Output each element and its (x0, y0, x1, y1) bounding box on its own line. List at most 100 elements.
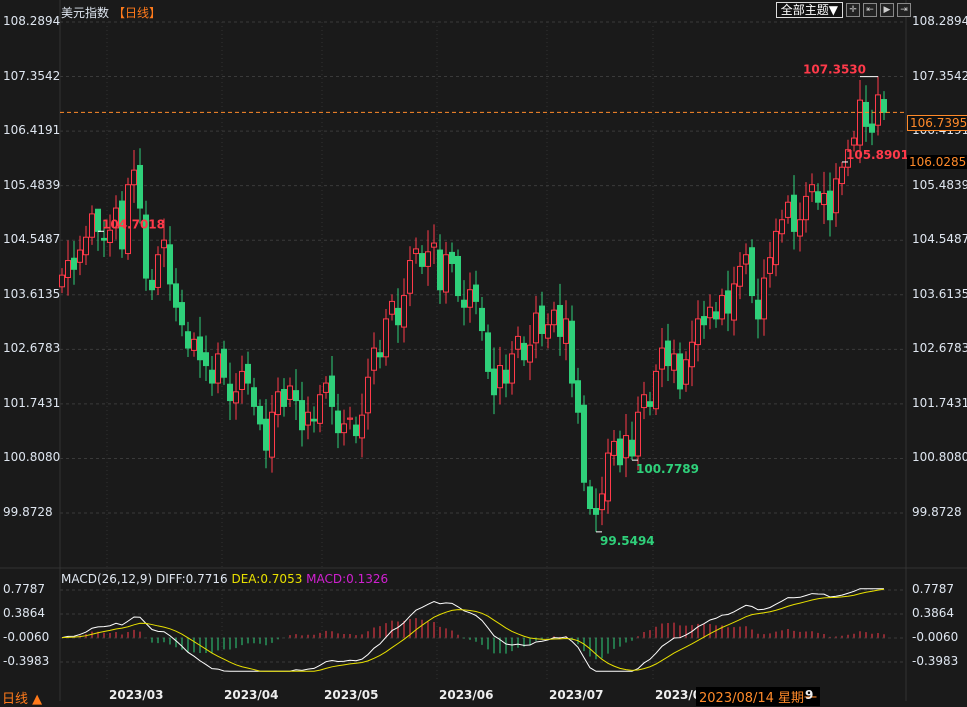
candle-body (815, 191, 821, 203)
candle (593, 488, 599, 532)
macd-tick-right: -0.3983 (912, 654, 959, 668)
candle-body (503, 369, 509, 384)
candle (197, 316, 203, 378)
play-icon[interactable]: ▶ (880, 3, 894, 17)
candle-body (809, 184, 815, 193)
date-tick: 2023/04 (224, 688, 279, 702)
candle-body (695, 318, 701, 346)
candle (791, 175, 797, 250)
chart-title: 美元指数 【日线】 (61, 4, 161, 21)
candle-body (869, 123, 875, 133)
candle-body (581, 404, 587, 483)
candle (269, 395, 275, 473)
theme-dropdown[interactable]: 全部主题▼ (775, 2, 843, 18)
candle-body (269, 411, 275, 458)
candle-body (533, 312, 539, 344)
candle (617, 430, 623, 473)
candle (581, 395, 587, 492)
chart-canvas[interactable]: 105.8901 100.7789 104.7018 99.5494 107.3530 (0, 0, 967, 701)
candle-body (851, 137, 857, 146)
candle-body (539, 305, 545, 334)
candle-body (65, 260, 71, 278)
candle (365, 358, 371, 430)
candle-body (353, 424, 359, 437)
price-tick-left: 100.8080 (3, 450, 61, 465)
candle (299, 381, 305, 447)
price-tick-left: 104.5487 (3, 232, 61, 247)
candle-body (593, 507, 599, 515)
price-tick-left: 105.4839 (3, 177, 61, 192)
period-toggle[interactable]: 日线 ▲ (2, 688, 42, 707)
candle-body (611, 440, 617, 456)
price-tick-right: 103.6135 (912, 286, 967, 301)
move-right-icon[interactable]: ⇥ (897, 3, 911, 17)
macd-name: MACD(26,12,9) (61, 572, 153, 586)
candle-body (647, 401, 653, 407)
candle-body (263, 418, 269, 451)
candle-body (509, 353, 515, 384)
candle-body (89, 213, 95, 238)
date-tick: 2023/03 (109, 688, 164, 702)
candle-body (419, 253, 425, 267)
candle (749, 239, 755, 304)
crosshair-icon[interactable]: ✛ (846, 3, 860, 17)
candle (293, 369, 299, 420)
candle-body (341, 423, 347, 434)
candle (203, 335, 209, 382)
candle (689, 320, 695, 387)
candle (659, 327, 665, 388)
candle (719, 288, 725, 326)
price-tick-left: 107.3542 (3, 68, 61, 83)
candle-body (401, 295, 407, 328)
candle-body (359, 414, 365, 439)
candle-body (413, 248, 419, 255)
candle (785, 195, 791, 224)
candle (437, 234, 443, 304)
candle-body (317, 394, 323, 424)
candle-body (785, 201, 791, 218)
candle-body (95, 208, 101, 232)
extreme-label: 99.5494 (600, 534, 655, 548)
macd-legend: MACD(26,12,9) DIFF:0.7716 DEA:0.7053 MAC… (61, 572, 388, 586)
candle-body (281, 388, 287, 407)
candle-body (443, 254, 449, 293)
candle (803, 182, 809, 233)
price-tick-right: 105.4839 (912, 177, 967, 192)
candle-body (437, 249, 443, 291)
candle (869, 109, 875, 146)
zoom-range-icon[interactable]: ⇤ (863, 3, 877, 17)
extreme-label: 107.3530 (803, 63, 866, 77)
candle (305, 396, 311, 440)
candle-body (251, 387, 257, 407)
candle (713, 301, 719, 328)
candle (245, 351, 251, 395)
macd-tick-left: -0.0060 (3, 630, 50, 644)
candle-body (215, 353, 221, 384)
cursor-price-tag: 106.0285 (907, 155, 967, 169)
candle-body (599, 493, 605, 511)
candle (413, 237, 419, 264)
candle-body (761, 277, 767, 320)
candle-body (875, 94, 881, 126)
macd-tick-left: -0.3983 (3, 654, 50, 668)
candle (371, 332, 377, 385)
price-tick-left: 108.2894 (3, 14, 61, 28)
candle-body (335, 410, 341, 434)
candle-body (311, 418, 317, 422)
candle (65, 240, 71, 296)
candle (569, 305, 575, 398)
candle-body (221, 348, 227, 378)
candle (695, 300, 701, 362)
candle-body (719, 295, 725, 320)
candle-body (725, 290, 731, 314)
candle-body (617, 438, 623, 466)
candle-body (737, 265, 743, 287)
candle (233, 373, 239, 420)
candle (83, 225, 89, 265)
candle (89, 205, 95, 245)
candle-body (551, 309, 557, 326)
candle-body (431, 242, 437, 248)
candle (467, 272, 473, 323)
candle-body (881, 99, 887, 113)
price-tick-right: 108.2894 (912, 14, 967, 28)
